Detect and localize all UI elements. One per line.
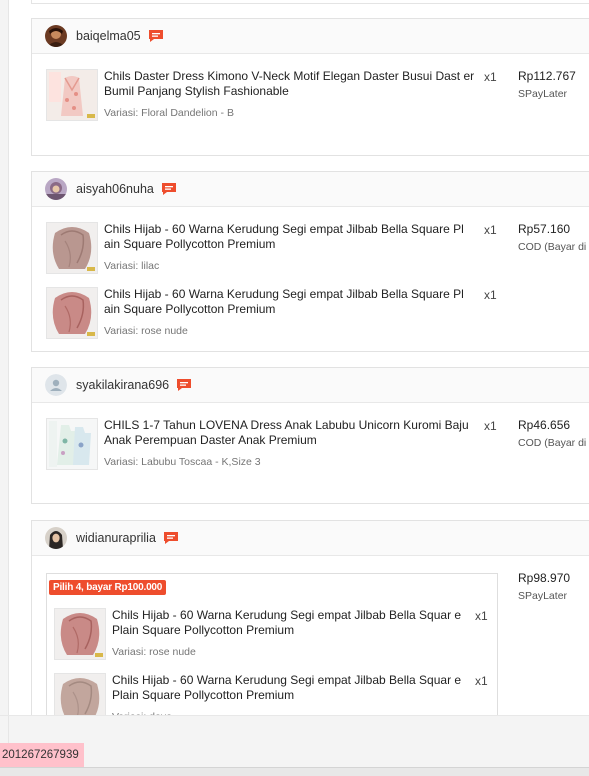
product-thumbnail[interactable]: [46, 287, 98, 339]
product-thumbnail[interactable]: [54, 608, 106, 660]
divider: [0, 715, 589, 716]
order-card: aisyah06nuha Chils Hijab - 60 Warna Keru…: [31, 171, 589, 352]
payment-method: SPayLater: [518, 590, 568, 602]
order-price: Rp98.970: [518, 571, 571, 585]
bundle-deal-group: Pilih 4, bayar Rp100.000 Chils Hijab - 6…: [46, 573, 498, 715]
product-name[interactable]: CHILS 1-7 Tahun LOVENA Dress Anak Labubu…: [104, 418, 480, 448]
order-item[interactable]: Chils Hijab - 60 Warna Kerudung Segi emp…: [46, 287, 589, 345]
item-variant: Variasi: rose nude: [112, 646, 196, 658]
item-variant: Variasi: Labubu Toscaa - K,Size 3: [104, 456, 261, 468]
order-price: Rp46.656: [518, 418, 571, 432]
item-quantity: x1: [484, 223, 497, 237]
chat-icon[interactable]: [161, 182, 177, 196]
buyer-username[interactable]: aisyah06nuha: [76, 182, 154, 196]
left-panel-edge: [0, 0, 9, 775]
order-item[interactable]: Chils Hijab - 60 Warna Kerudung Segi emp…: [46, 222, 589, 280]
product-name[interactable]: Chils Hijab - 60 Warna Kerudung Segi emp…: [112, 608, 474, 638]
order-card-header: widianuraprilia: [32, 521, 589, 556]
chat-icon[interactable]: [163, 531, 179, 545]
payment-method: COD (Bayar di T: [518, 437, 589, 449]
product-name[interactable]: Chils Hijab - 60 Warna Kerudung Segi emp…: [104, 222, 480, 252]
order-item[interactable]: CHILS 1-7 Tahun LOVENA Dress Anak Labubu…: [46, 418, 589, 476]
item-quantity: x1: [484, 70, 497, 84]
order-list[interactable]: baiqelma05 Chils Daster Dress Kimono V-N…: [9, 0, 589, 715]
order-id-label: 201267267939: [0, 743, 84, 767]
order-item[interactable]: Chils Hijab - 60 Warna Kerudung Segi emp…: [54, 673, 497, 715]
item-quantity: x1: [475, 609, 488, 623]
avatar[interactable]: [45, 527, 67, 549]
product-name[interactable]: Chils Hijab - 60 Warna Kerudung Segi emp…: [104, 287, 480, 317]
order-card: syakilakirana696 CHILS 1-7 Tahun LOVENA …: [31, 367, 589, 504]
item-variant: Variasi: lilac: [104, 260, 160, 272]
order-card-header: aisyah06nuha: [32, 172, 589, 207]
chat-icon[interactable]: [148, 29, 164, 43]
payment-method: SPayLater: [518, 88, 568, 100]
order-card: baiqelma05 Chils Daster Dress Kimono V-N…: [31, 18, 589, 156]
product-thumbnail[interactable]: [46, 69, 98, 121]
order-item[interactable]: Chils Daster Dress Kimono V-Neck Motif E…: [46, 69, 589, 127]
item-quantity: x1: [484, 419, 497, 433]
avatar[interactable]: [45, 178, 67, 200]
previous-card-bottom: [31, 0, 589, 4]
product-thumbnail[interactable]: [46, 418, 98, 470]
item-variant: Variasi: Floral Dandelion - B: [104, 107, 234, 119]
item-quantity: x1: [475, 674, 488, 688]
product-name[interactable]: Chils Daster Dress Kimono V-Neck Motif E…: [104, 69, 480, 99]
buyer-username[interactable]: baiqelma05: [76, 29, 141, 43]
avatar[interactable]: [45, 374, 67, 396]
order-item[interactable]: Chils Hijab - 60 Warna Kerudung Segi emp…: [54, 608, 497, 666]
order-card-header: syakilakirana696: [32, 368, 589, 403]
product-name[interactable]: Chils Hijab - 60 Warna Kerudung Segi emp…: [112, 673, 474, 703]
item-quantity: x1: [484, 288, 497, 302]
order-price: Rp112.767: [518, 69, 576, 83]
payment-method: COD (Bayar di T: [518, 241, 589, 253]
order-price: Rp57.160: [518, 222, 571, 236]
product-thumbnail[interactable]: [54, 673, 106, 715]
buyer-username[interactable]: syakilakirana696: [76, 378, 169, 392]
order-card-header: baiqelma05: [32, 19, 589, 54]
chat-icon[interactable]: [176, 378, 192, 392]
bundle-promo-badge: Pilih 4, bayar Rp100.000: [49, 580, 167, 595]
avatar[interactable]: [45, 25, 67, 47]
buyer-username[interactable]: widianuraprilia: [76, 531, 156, 545]
order-card: widianuraprilia Pilih 4, bayar Rp100.000…: [31, 520, 589, 715]
product-thumbnail[interactable]: [46, 222, 98, 274]
item-variant: Variasi: rose nude: [104, 325, 188, 337]
